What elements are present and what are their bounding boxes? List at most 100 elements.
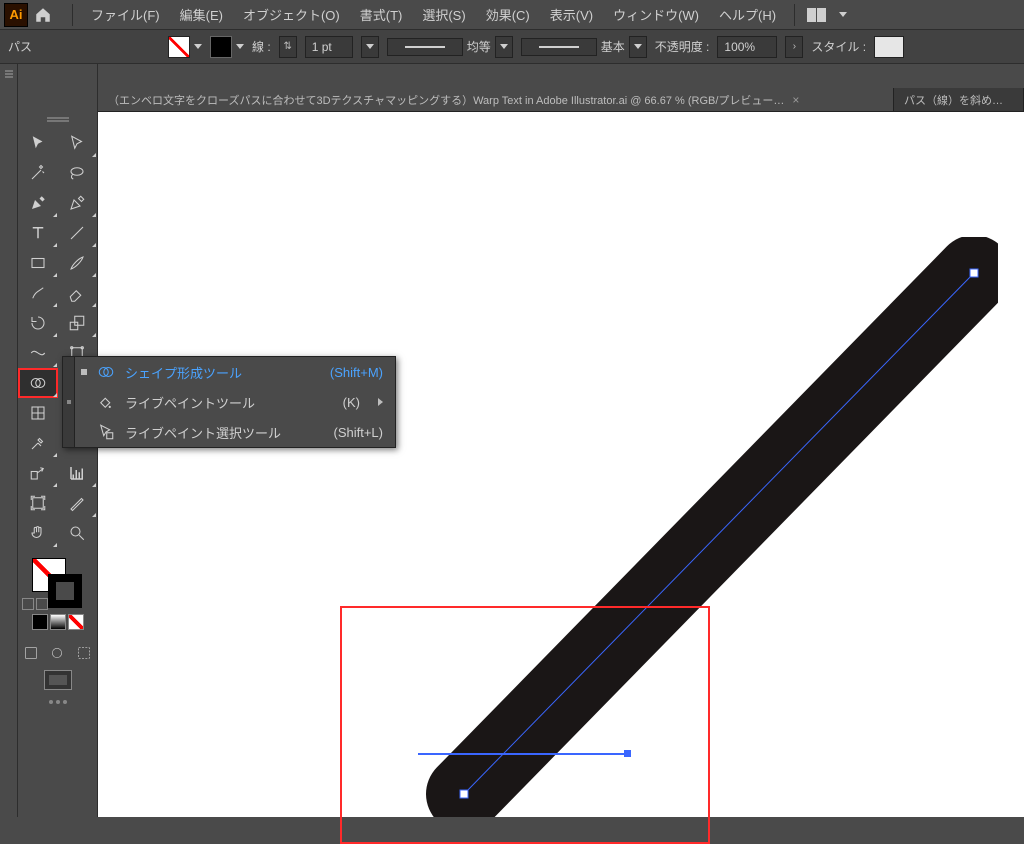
menu-window[interactable]: ウィンドウ(W)	[603, 0, 709, 30]
menu-object[interactable]: オブジェクト(O)	[233, 0, 350, 30]
workspace-switcher[interactable]	[803, 8, 847, 22]
document-tab[interactable]: パス（線）を斜めに…	[894, 88, 1024, 111]
flyout-item-live-paint[interactable]: ライブペイントツール (K)	[75, 387, 395, 417]
line-tool[interactable]	[58, 218, 98, 248]
selection-tool[interactable]	[18, 128, 58, 158]
hand-tool[interactable]	[18, 518, 58, 548]
swap-default-icons[interactable]	[22, 598, 48, 610]
eraser-tool[interactable]	[58, 278, 98, 308]
flyout-item-label: シェイプ形成ツール	[125, 363, 320, 382]
menu-effect[interactable]: 効果(C)	[476, 0, 540, 30]
symbol-sprayer-tool[interactable]	[18, 458, 58, 488]
document-tab-title: （エンベロ文字をクローズパスに合わせて3Dテクスチャマッピングする）Warp T…	[108, 92, 784, 108]
flyout-item-shortcut: (Shift+M)	[330, 365, 383, 380]
screen-mode[interactable]	[18, 670, 97, 690]
control-bar: パス 線 : ⇅ 1 pt 均等 基本 不透明度 : 100% › スタイル :	[0, 30, 1024, 64]
brush-control[interactable]: 基本	[521, 36, 647, 58]
document-tab-active[interactable]: （エンベロ文字をクローズパスに合わせて3Dテクスチャマッピングする）Warp T…	[98, 88, 894, 111]
shape-builder-tool[interactable]	[18, 368, 58, 398]
stroke-profile-preview	[387, 38, 463, 56]
document-tab-strip: （エンベロ文字をクローズパスに合わせて3Dテクスチャマッピングする）Warp T…	[98, 88, 1024, 112]
stroke-weight-field[interactable]: 1 pt	[305, 36, 353, 58]
fill-control[interactable]	[168, 36, 202, 58]
draw-inside-icon[interactable]	[71, 640, 97, 666]
stroke-profile-label: 均等	[467, 38, 491, 55]
grip-icon	[5, 70, 13, 72]
menu-file[interactable]: ファイル(F)	[81, 0, 170, 30]
stroke-profile-dropdown[interactable]	[495, 36, 513, 58]
flyout-tearoff-handle[interactable]	[63, 357, 75, 447]
slice-tool[interactable]	[58, 488, 98, 518]
color-mode-gradient[interactable]	[50, 614, 66, 630]
separator	[72, 4, 73, 26]
layout-icon	[807, 8, 827, 22]
flyout-item-shortcut: (Shift+L)	[334, 425, 384, 440]
direct-selection-tool[interactable]	[58, 128, 98, 158]
app-logo: Ai	[4, 3, 28, 27]
style-swatch	[874, 36, 904, 58]
fill-swatch	[168, 36, 190, 58]
draw-normal-icon[interactable]	[18, 640, 44, 666]
mesh-tool[interactable]	[18, 398, 58, 428]
tool-panel-grip[interactable]	[18, 112, 97, 124]
paintbrush-tool[interactable]	[58, 248, 98, 278]
rectangle-tool[interactable]	[18, 248, 58, 278]
opacity-field[interactable]: 100%	[717, 36, 777, 58]
path-object[interactable]	[418, 237, 998, 817]
pen-tool[interactable]	[18, 188, 58, 218]
color-mode-solid[interactable]	[32, 614, 48, 630]
type-tool[interactable]	[18, 218, 58, 248]
chevron-down-icon	[194, 44, 202, 49]
home-icon[interactable]	[34, 6, 52, 24]
brush-label: 基本	[601, 38, 625, 55]
stroke-indicator[interactable]	[48, 574, 82, 608]
stroke-control[interactable]	[210, 36, 244, 58]
fill-stroke-control[interactable]	[18, 554, 97, 610]
opacity-label: 不透明度 :	[655, 38, 710, 55]
stroke-label: 線 :	[252, 38, 271, 55]
document-tab-title: パス（線）を斜めに…	[904, 92, 1013, 108]
style-label: スタイル :	[811, 38, 866, 55]
stroke-swatch	[210, 36, 232, 58]
chevron-down-icon	[236, 44, 244, 49]
stroke-weight-stepper[interactable]: ⇅	[279, 36, 297, 58]
stroke-profile-control[interactable]: 均等	[387, 36, 513, 58]
draw-behind-icon[interactable]	[44, 640, 70, 666]
lasso-tool[interactable]	[58, 158, 98, 188]
annotation-highlight-box	[340, 606, 710, 844]
graphic-style-control[interactable]	[874, 36, 904, 58]
panel-dock-stub[interactable]	[0, 64, 18, 817]
flyout-item-shortcut: (K)	[343, 395, 360, 410]
edit-toolbar-icon[interactable]	[18, 700, 97, 704]
scale-tool[interactable]	[58, 308, 98, 338]
chevron-down-icon	[839, 12, 847, 17]
brush-preview	[521, 38, 597, 56]
graph-tool[interactable]	[58, 458, 98, 488]
flyout-item-shape-builder[interactable]: シェイプ形成ツール (Shift+M)	[75, 357, 395, 387]
curvature-tool[interactable]	[58, 188, 98, 218]
flyout-item-live-paint-selection[interactable]: ライブペイント選択ツール (Shift+L)	[75, 417, 395, 447]
separator	[794, 4, 795, 26]
menu-view[interactable]: 表示(V)	[540, 0, 603, 30]
menu-select[interactable]: 選択(S)	[412, 0, 475, 30]
width-tool[interactable]	[18, 338, 58, 368]
stroke-weight-dropdown[interactable]	[361, 36, 379, 58]
color-mode-none[interactable]	[68, 614, 84, 630]
tool-flyout-menu: シェイプ形成ツール (Shift+M) ライブペイントツール (K) ライブペイ…	[62, 356, 396, 448]
close-icon[interactable]: ×	[792, 93, 799, 107]
artboard-tool[interactable]	[18, 488, 58, 518]
menu-help[interactable]: ヘルプ(H)	[709, 0, 786, 30]
menu-type[interactable]: 書式(T)	[350, 0, 413, 30]
artboard[interactable]	[98, 112, 1024, 817]
color-mode-row	[18, 614, 97, 630]
zoom-tool[interactable]	[58, 518, 98, 548]
opacity-more[interactable]: ›	[785, 36, 803, 58]
shaper-tool[interactable]	[18, 278, 58, 308]
magic-wand-tool[interactable]	[18, 158, 58, 188]
eyedropper-tool[interactable]	[18, 428, 58, 458]
menu-edit[interactable]: 編集(E)	[170, 0, 233, 30]
rotate-tool[interactable]	[18, 308, 58, 338]
submenu-arrow-icon	[378, 398, 383, 406]
flyout-item-label: ライブペイントツール	[125, 393, 333, 412]
brush-dropdown[interactable]	[629, 36, 647, 58]
